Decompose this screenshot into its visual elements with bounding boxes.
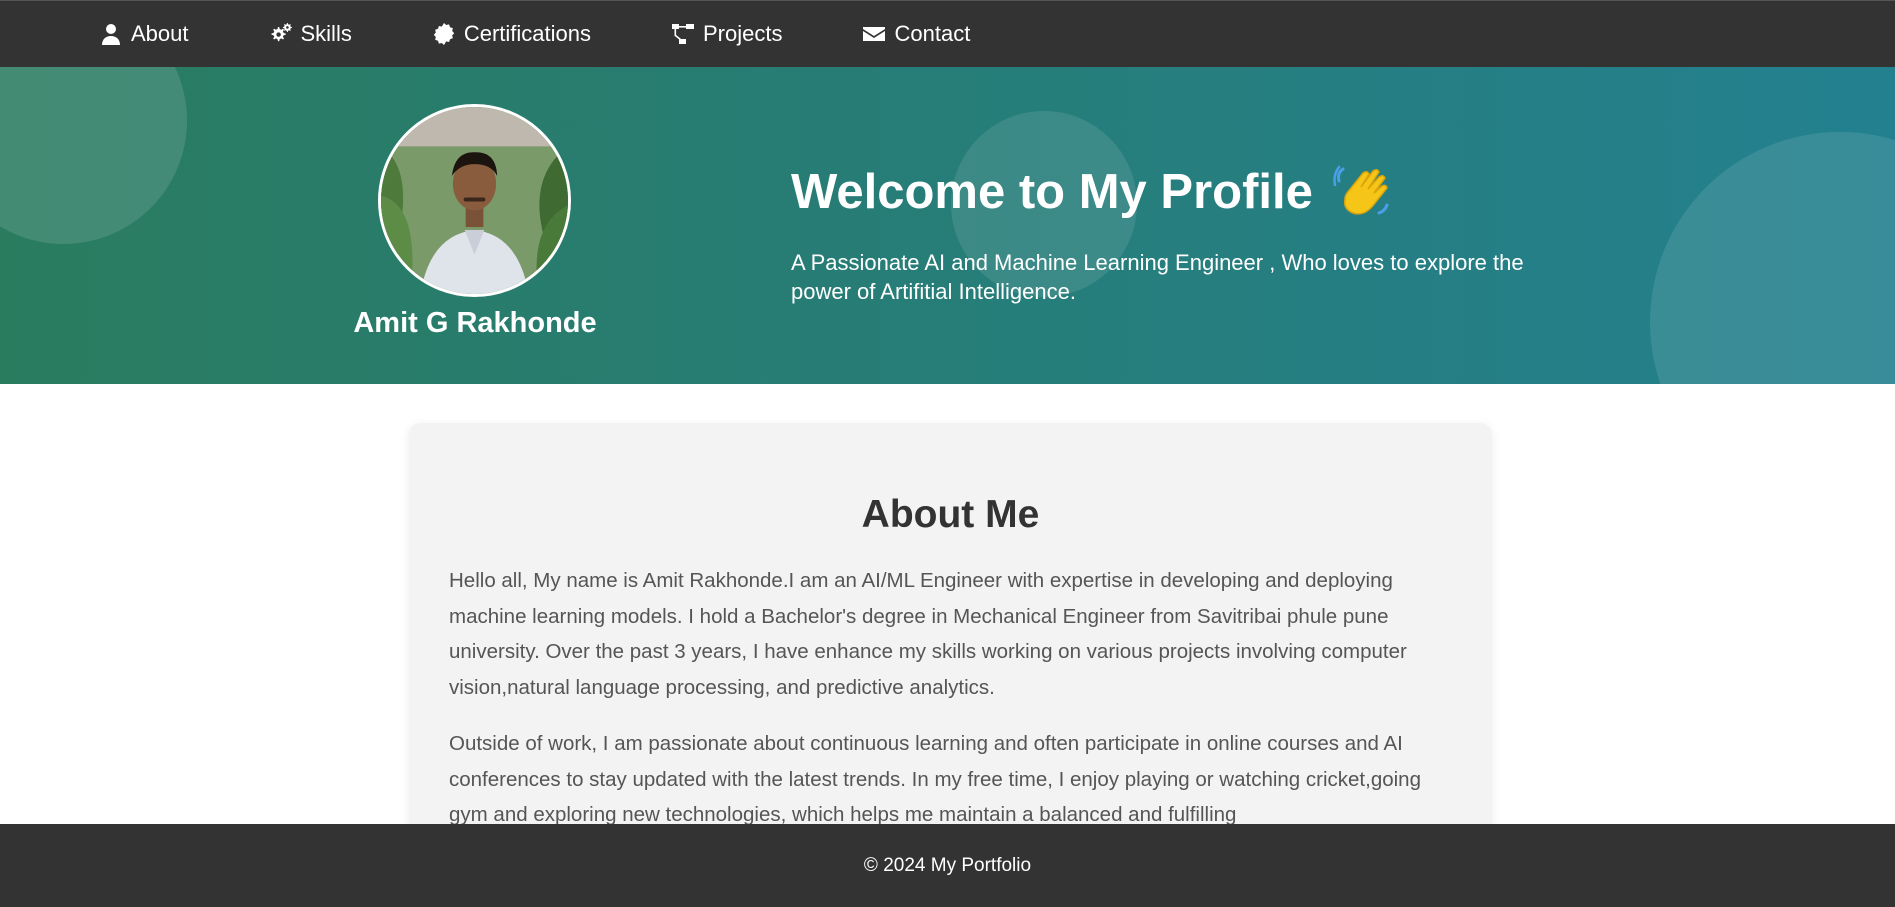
top-navbar: About Skills Certifications Projects Con…	[0, 0, 1895, 67]
decorative-circle	[0, 67, 187, 244]
waving-hand-icon	[1333, 163, 1391, 221]
nav-item-label: About	[131, 21, 189, 46]
nav-item-certifications[interactable]: Certifications	[432, 21, 591, 47]
profile-avatar	[378, 104, 571, 297]
hero-banner: Amit G Rakhonde Welcome to My Profile A …	[0, 67, 1895, 384]
hero-subtitle: A Passionate AI and Machine Learning Eng…	[791, 250, 1524, 304]
project-diagram-icon	[671, 22, 695, 46]
nav-item-label: Projects	[703, 21, 783, 46]
nav-item-label: Skills	[300, 21, 352, 46]
profile-name: Amit G Rakhonde	[353, 307, 597, 339]
nav-item-label: Contact	[894, 21, 971, 46]
hero-title: Welcome to My Profile	[791, 163, 1391, 221]
page-footer: © 2024 My Portfolio	[0, 824, 1895, 907]
nav-item-skills[interactable]: Skills	[269, 21, 352, 47]
decorative-circle	[1650, 132, 1895, 384]
certificate-icon	[432, 22, 456, 46]
about-paragraph: Hello all, My name is Amit Rakhonde.I am…	[449, 569, 1407, 699]
nav-item-contact[interactable]: Contact	[862, 21, 970, 47]
hero-title-text: Welcome to My Profile	[791, 165, 1313, 219]
nav-item-about[interactable]: About	[99, 21, 189, 47]
user-icon	[99, 22, 123, 46]
about-paragraph: Outside of work, I am passionate about c…	[449, 732, 1421, 826]
cogs-icon	[269, 22, 293, 46]
footer-copyright: © 2024 My Portfolio	[863, 854, 1032, 876]
about-section: About Me Hello all, My name is Amit Rakh…	[409, 423, 1492, 883]
nav-item-projects[interactable]: Projects	[671, 21, 782, 47]
about-title: About Me	[861, 493, 1040, 536]
envelope-icon	[862, 22, 886, 46]
nav-item-label: Certifications	[463, 21, 591, 46]
